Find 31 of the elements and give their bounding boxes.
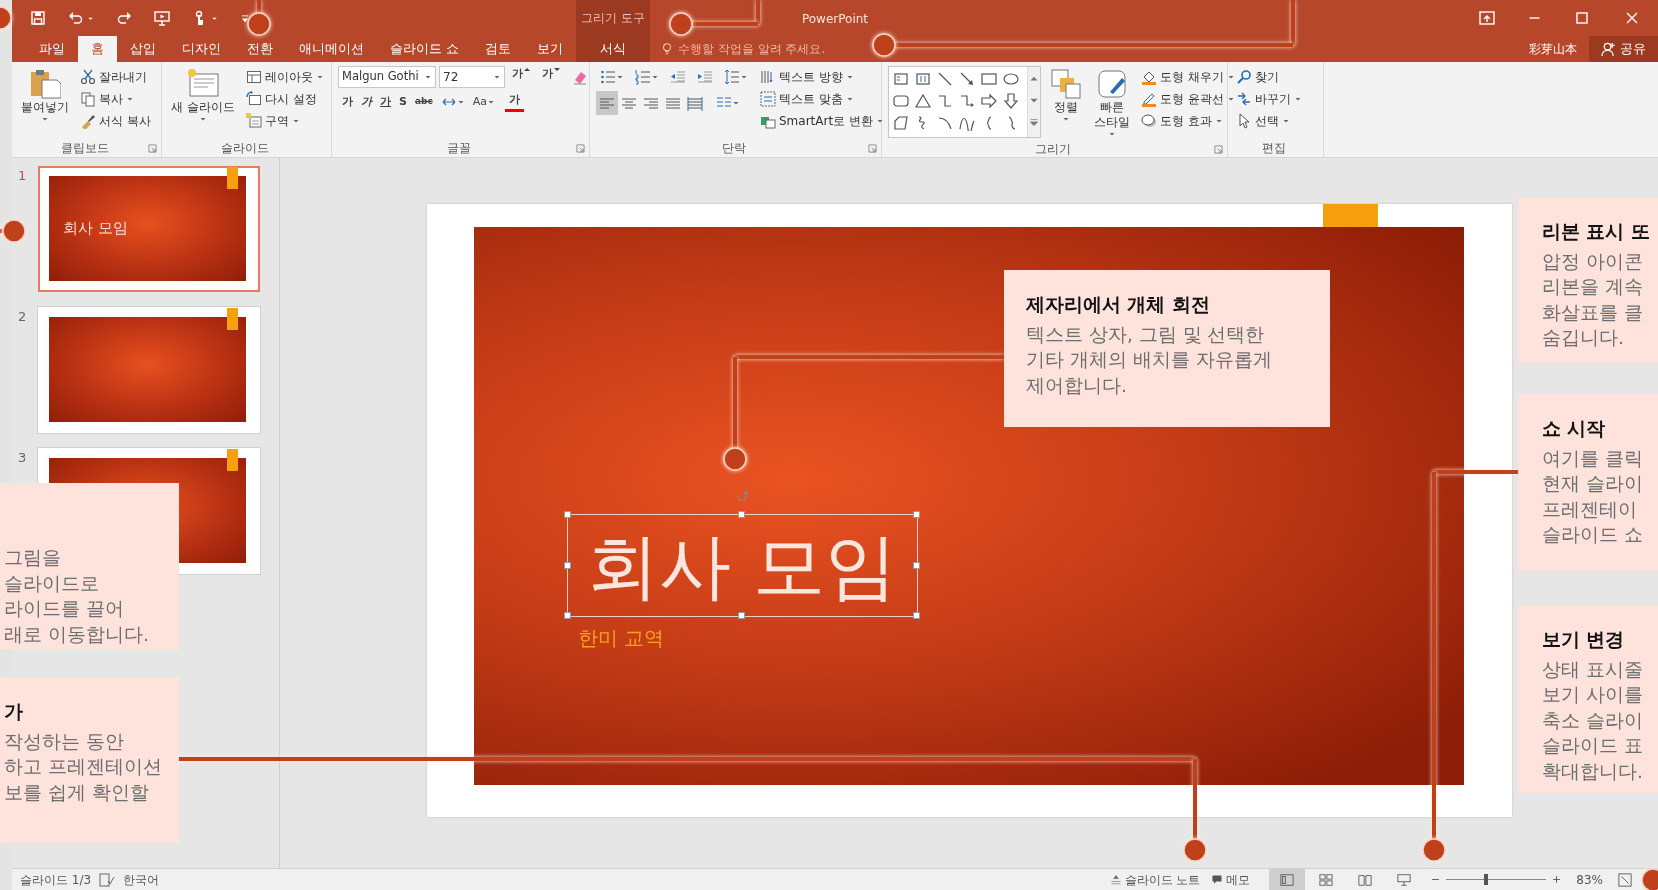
callout-text: 텍스트 상자, 그림 및 선택한 기타 개체의 배치를 자유롭게 제어합니다. bbox=[1026, 322, 1273, 398]
slide-number: 3 bbox=[18, 449, 28, 467]
font-size-value: 72 bbox=[443, 69, 459, 86]
callout-title: 리본 표시 또 bbox=[1542, 220, 1651, 244]
contextual-tab-label: 그리기 도구 bbox=[581, 10, 645, 27]
slide-counter: 슬라이드 1/3 bbox=[20, 871, 92, 889]
group-label: 글꼴 bbox=[445, 140, 472, 157]
callout-title: 가 bbox=[4, 700, 24, 724]
group-label: 편집 bbox=[1260, 140, 1287, 157]
group-label: 그리기 bbox=[1033, 141, 1072, 158]
thumbnail-title: 회사 모임 bbox=[63, 218, 128, 240]
callout-text: 여기를 클릭 현재 슬라이 프레젠테이 슬라이드 쇼 bbox=[1542, 446, 1644, 548]
slide-number: 1 bbox=[18, 167, 28, 185]
language-label: 한국어 bbox=[123, 871, 160, 889]
callout-text: 그림을 슬라이드로 라이드를 끌어 래로 이동합니다. bbox=[4, 546, 150, 647]
callout-text: 상태 표시줄 보기 사이를 축소 슬라이 슬라이드 표 확대합니다. bbox=[1542, 657, 1644, 784]
slide-subtitle: 한미 교역 bbox=[577, 625, 664, 652]
callout-text: 압정 아이콘 리본을 계속 화살표를 클 숨깁니다. bbox=[1542, 249, 1644, 351]
slide-title: 회사 모임 bbox=[586, 529, 898, 602]
slide-number: 2 bbox=[18, 308, 28, 326]
group-label: 클립보드 bbox=[59, 140, 110, 157]
zoom-level: 83% bbox=[1576, 871, 1603, 889]
group-label: 슬라이드 bbox=[219, 140, 270, 157]
callout-title: 제자리에서 개체 회전 bbox=[1026, 293, 1211, 317]
user-name: 彩芽山本 bbox=[1529, 41, 1578, 58]
callout-title: 보기 변경 bbox=[1542, 628, 1626, 652]
font-name-value: Malgun Gothi bbox=[342, 68, 419, 86]
group-label: 단락 bbox=[720, 140, 747, 157]
app-title: PowerPoint bbox=[801, 11, 869, 28]
callout-text: 작성하는 동안 하고 프레젠테이션 보를 쉽게 확인할 bbox=[4, 729, 163, 805]
callout-title: 쇼 시작 bbox=[1542, 417, 1607, 441]
